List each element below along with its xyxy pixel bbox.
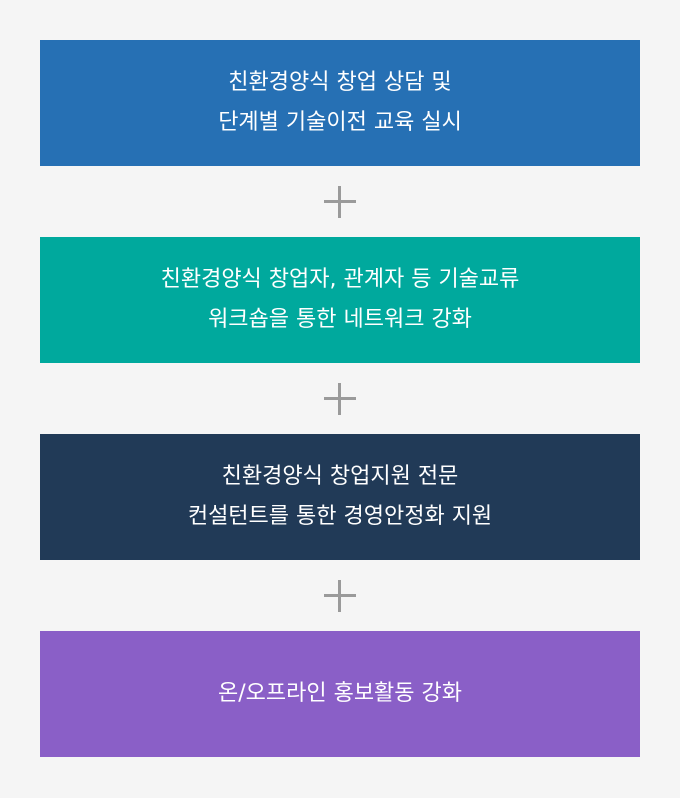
- step-1-line-1: 친환경양식 창업 상담 및: [228, 70, 452, 95]
- step-1-line-2: 단계별 기술이전 교육 실시: [218, 110, 462, 135]
- step-3-line-2: 컨설턴트를 통한 경영안정화 지원: [187, 504, 493, 529]
- step-4-line-1: 온/오프라인 홍보활동 강화: [217, 681, 463, 706]
- step-box-2: 친환경양식 창업자, 관계자 등 기술교류 워크숍을 통한 네트워크 강화: [40, 237, 640, 363]
- step-box-4: 온/오프라인 홍보활동 강화: [40, 631, 640, 757]
- step-box-3: 친환경양식 창업지원 전문 컨설턴트를 통한 경영안정화 지원: [40, 434, 640, 560]
- plus-icon: [324, 580, 356, 612]
- plus-icon: [324, 383, 356, 415]
- step-2-line-1: 친환경양식 창업자, 관계자 등 기술교류: [160, 267, 520, 292]
- step-box-1: 친환경양식 창업 상담 및 단계별 기술이전 교육 실시: [40, 40, 640, 166]
- step-2-line-2: 워크숍을 통한 네트워크 강화: [208, 307, 472, 332]
- step-3-line-1: 친환경양식 창업지원 전문: [221, 464, 459, 489]
- plus-icon: [324, 186, 356, 218]
